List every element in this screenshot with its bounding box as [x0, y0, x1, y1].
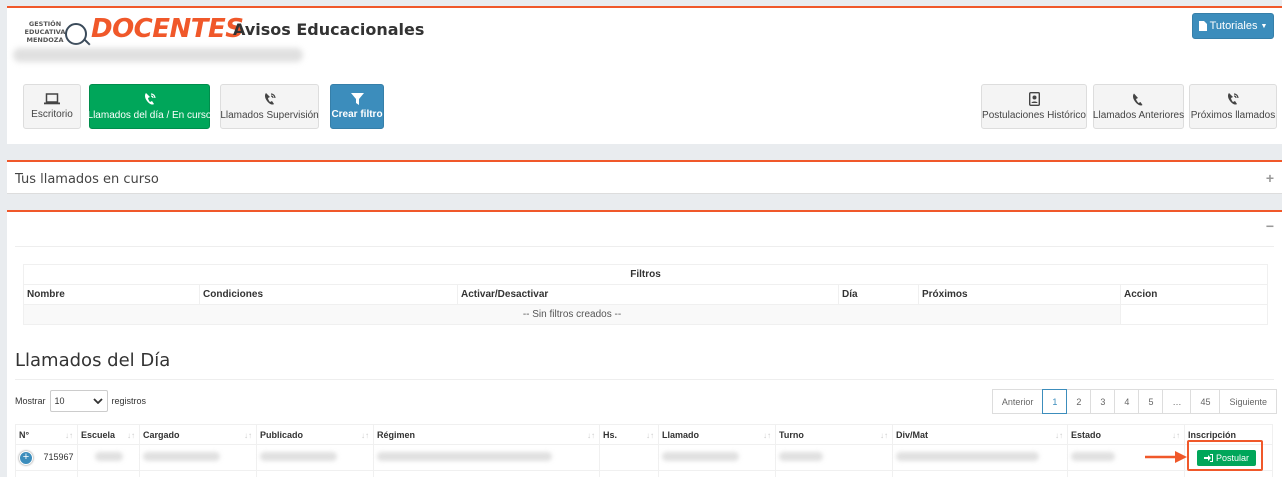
llamados-del-dia-label: Llamados del día / En curso	[87, 110, 212, 121]
divider	[15, 379, 1274, 380]
col-numero[interactable]: N° ↓↑	[15, 424, 78, 445]
filtros-caption: Filtros	[23, 264, 1268, 285]
pagination-anterior[interactable]: Anterior	[991, 389, 1044, 414]
collapse-minus-icon[interactable]: −	[1266, 218, 1274, 234]
filtros-col-proximos: Próximos	[918, 284, 1121, 305]
llamados-table: N° ↓↑ Escuela ↓↑ Cargado ↓↑ Publicado ↓↑ Rég…	[15, 424, 1273, 477]
row-turno	[775, 444, 893, 471]
pagination: Anterior 1 2 3 4 5 … 45 Siguiente	[991, 389, 1277, 414]
app-title: Avisos Educacionales	[233, 20, 425, 39]
table-row: + 715967 Postular	[15, 444, 1273, 471]
pagination-ellipsis: …	[1162, 389, 1192, 414]
crear-filtro-label: Crear filtro	[331, 109, 383, 120]
row-numero-cell: + 715967	[15, 444, 78, 471]
postulaciones-historico-button[interactable]: Postulaciones Histórico	[981, 84, 1087, 129]
page-length-select[interactable]: 10	[49, 390, 108, 412]
annotation-arrow-icon	[1145, 451, 1187, 463]
escritorio-button[interactable]: Escritorio	[23, 84, 81, 129]
phone-volume-icon	[264, 93, 276, 105]
filtros-table: Filtros Nombre Condiciones Activar/Desac…	[23, 264, 1268, 325]
page-length-value: 10	[54, 396, 65, 406]
expand-row-icon[interactable]: +	[19, 450, 33, 465]
id-card-icon	[1028, 92, 1040, 106]
col-estado[interactable]: Estado ↓↑	[1067, 424, 1185, 445]
row-cargado	[139, 444, 257, 471]
col-cargado[interactable]: Cargado ↓↑	[139, 424, 257, 445]
row-escuela	[77, 444, 140, 471]
llamados-del-dia-title: Llamados del Día	[15, 350, 171, 371]
filtros-empty-message: -- Sin filtros creados --	[23, 304, 1121, 325]
filtros-col-condiciones: Condiciones	[199, 284, 458, 305]
filtros-col-dia: Día	[838, 284, 919, 305]
llamados-main-panel: − Filtros Nombre Condiciones Activar/Des…	[7, 210, 1282, 477]
col-divmat[interactable]: Div/Mat ↓↑	[892, 424, 1068, 445]
divider	[15, 246, 1274, 247]
col-publicado[interactable]: Publicado ↓↑	[256, 424, 374, 445]
pagination-page-45[interactable]: 45	[1190, 389, 1221, 414]
llamados-anteriores-button[interactable]: Llamados Anteriores	[1093, 84, 1184, 129]
escritorio-label: Escritorio	[31, 109, 73, 120]
proximos-llamados-label: Próximos llamados	[1190, 110, 1276, 121]
phone-volume-icon	[144, 93, 156, 105]
tutoriales-label: Tutoriales	[1209, 20, 1258, 32]
pagination-page-3[interactable]: 3	[1090, 389, 1116, 414]
llamados-en-curso-title: Tus llamados en curso	[15, 172, 159, 187]
phone-icon	[1133, 93, 1143, 105]
postulaciones-historico-label: Postulaciones Histórico	[982, 110, 1086, 121]
llamados-anteriores-label: Llamados Anteriores	[1092, 109, 1185, 121]
col-regimen[interactable]: Régimen ↓↑	[373, 424, 600, 445]
table-row	[15, 470, 1273, 477]
row-llamado	[658, 444, 776, 471]
proximos-llamados-button[interactable]: Próximos llamados	[1189, 84, 1277, 129]
row-divmat	[892, 444, 1068, 471]
pagination-page-5[interactable]: 5	[1138, 389, 1164, 414]
row-numero: 715967	[43, 452, 74, 462]
expand-plus-icon[interactable]: +	[1266, 170, 1274, 186]
filtros-col-activar: Activar/Desactivar	[457, 284, 839, 305]
filtros-empty-cell	[1120, 304, 1268, 325]
page-length-control: Mostrar 10 registros	[15, 390, 146, 412]
blurred-user-info	[13, 48, 303, 62]
file-icon	[1198, 21, 1207, 31]
filtros-col-accion: Accion	[1120, 284, 1268, 305]
pagination-page-1[interactable]: 1	[1042, 389, 1068, 414]
col-turno[interactable]: Turno ↓↑	[775, 424, 893, 445]
tutoriales-dropdown-button[interactable]: Tutoriales ▼	[1192, 13, 1274, 39]
col-hs[interactable]: Hs. ↓↑	[599, 424, 659, 445]
row-regimen	[373, 444, 600, 471]
postular-highlight-box	[1187, 440, 1263, 471]
filter-icon	[350, 93, 364, 105]
row-publicado	[256, 444, 374, 471]
laptop-icon	[44, 93, 60, 105]
chevron-down-icon	[92, 398, 103, 404]
crear-filtro-button[interactable]: Crear filtro	[330, 84, 384, 129]
registros-label: registros	[111, 396, 147, 406]
header-card: GESTIÓN EDUCATIVA MENDOZA DOCENTES Aviso…	[7, 6, 1282, 144]
llamados-en-curso-panel: Tus llamados en curso +	[7, 160, 1282, 194]
col-llamado[interactable]: Llamado ↓↑	[658, 424, 776, 445]
pagination-page-4[interactable]: 4	[1114, 389, 1140, 414]
magnifier-logo-icon	[65, 23, 87, 45]
caret-down-icon: ▼	[1260, 22, 1268, 30]
mostrar-label: Mostrar	[15, 396, 46, 406]
phone-volume-icon	[1228, 93, 1239, 105]
llamados-supervision-button[interactable]: Llamados Supervisión	[220, 84, 319, 129]
brand-title: DOCENTES	[91, 14, 244, 44]
llamados-del-dia-button[interactable]: Llamados del día / En curso	[87, 84, 212, 129]
filtros-col-nombre: Nombre	[23, 284, 200, 305]
row-hs	[599, 444, 659, 471]
pagination-page-2[interactable]: 2	[1066, 389, 1092, 414]
col-escuela[interactable]: Escuela ↓↑	[77, 424, 140, 445]
llamados-supervision-label: Llamados Supervisión	[220, 110, 319, 121]
pagination-siguiente[interactable]: Siguiente	[1219, 389, 1277, 414]
